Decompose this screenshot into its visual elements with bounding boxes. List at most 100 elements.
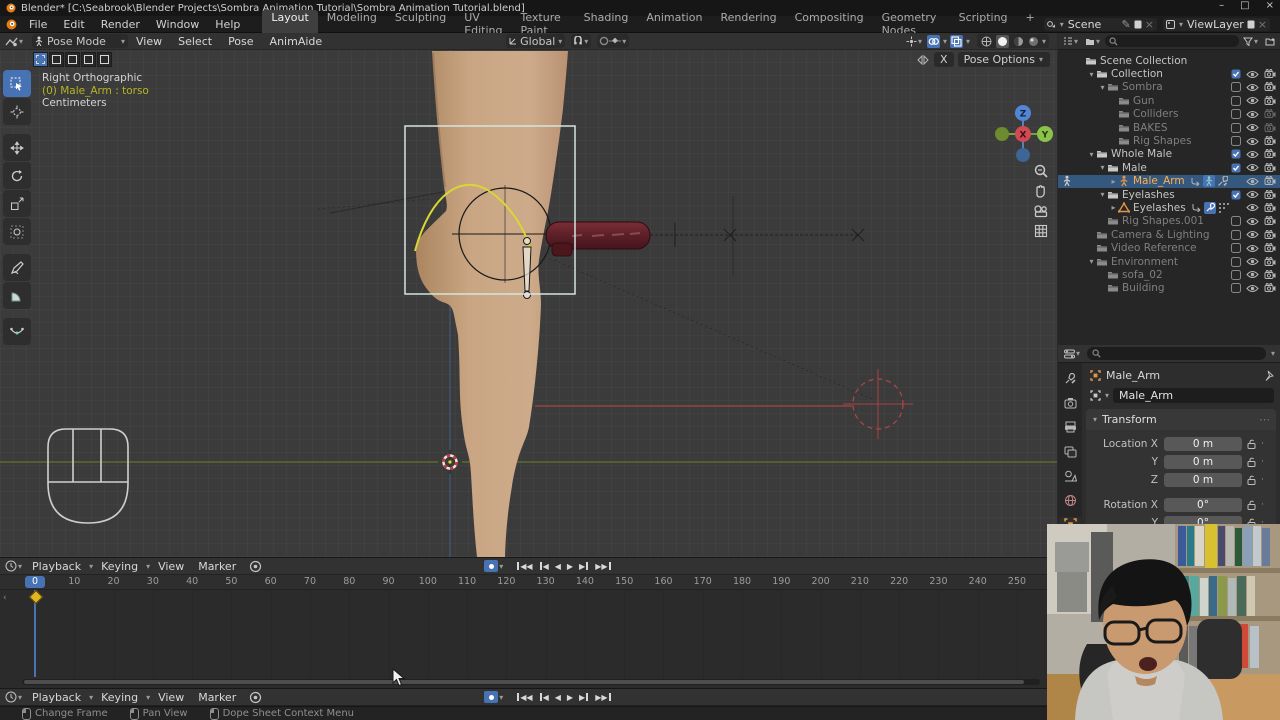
snapping-controls[interactable]: ▾ <box>571 34 591 48</box>
jump-end-button[interactable]: ▶▶ <box>593 693 613 702</box>
transform-value-field[interactable]: 0 m <box>1164 473 1242 487</box>
display-mode-icon[interactable]: ▾ <box>1063 36 1079 46</box>
solid-shading-icon[interactable] <box>996 35 1009 48</box>
exclude-checkbox[interactable] <box>1231 82 1241 92</box>
properties-tab-world[interactable] <box>1059 493 1081 508</box>
menu-edit[interactable]: Edit <box>55 18 92 31</box>
mirror-x-button[interactable]: X <box>934 52 954 67</box>
dopesheet-menu-keying[interactable]: Keying <box>94 691 145 704</box>
next-keyframe-button[interactable]: ▶ <box>577 562 591 571</box>
gizmo-y-neg-axis[interactable] <box>995 127 1009 141</box>
tool-cursor[interactable] <box>3 98 31 125</box>
rendered-shading-icon[interactable] <box>1028 36 1039 47</box>
timeline-menu-keying[interactable]: Keying <box>94 560 145 573</box>
render-camera-icon[interactable] <box>1264 216 1276 226</box>
exclude-checkbox[interactable] <box>1231 96 1241 106</box>
timeline-menu-view[interactable]: View <box>151 560 191 573</box>
disclosure-arrow-icon[interactable]: ▾ <box>1087 70 1096 79</box>
outliner-row[interactable]: BAKES <box>1058 121 1280 134</box>
play-reverse-button[interactable]: ◀ <box>553 562 563 571</box>
dopesheet-editor-type-icon[interactable]: ▾ <box>5 691 23 703</box>
disclosure-arrow-icon[interactable]: ▾ <box>1087 257 1096 266</box>
render-camera-icon[interactable] <box>1264 176 1276 186</box>
outliner-item-label[interactable]: sofa_02 <box>1122 269 1163 281</box>
menu-render[interactable]: Render <box>93 18 148 31</box>
play-reverse-button[interactable]: ◀ <box>553 693 563 702</box>
outliner-item-label[interactable]: Building <box>1122 282 1165 294</box>
disclosure-arrow-icon[interactable]: ▾ <box>1087 150 1096 159</box>
hide-eye-icon[interactable] <box>1246 190 1259 199</box>
zoom-view-icon[interactable] <box>1033 163 1049 179</box>
select-mode-intersect[interactable] <box>97 52 112 67</box>
disclosure-arrow-icon[interactable]: ▾ <box>1098 163 1107 172</box>
play-button[interactable]: ▶ <box>565 693 575 702</box>
gun-object[interactable] <box>546 222 864 256</box>
transform-value-field[interactable]: 0 m <box>1164 455 1242 469</box>
menu-window[interactable]: Window <box>148 18 207 31</box>
render-camera-icon[interactable] <box>1264 163 1276 173</box>
tool-rotate[interactable] <box>3 162 31 189</box>
hide-eye-icon[interactable] <box>1246 244 1259 253</box>
properties-tab-viewlayer[interactable] <box>1059 444 1081 459</box>
hide-eye-icon[interactable] <box>1246 150 1259 159</box>
select-mode-new[interactable] <box>33 52 48 67</box>
select-mode-subtract[interactable] <box>65 52 80 67</box>
pan-view-hand-icon[interactable] <box>1033 183 1049 199</box>
childof-icon[interactable] <box>1191 177 1201 186</box>
dopesheet-menu-playback[interactable]: Playback <box>25 691 88 704</box>
timeline-editor-type-icon[interactable]: ▾ <box>5 560 23 572</box>
outliner-item-label[interactable]: Eyelashes <box>1122 189 1175 201</box>
outliner-row[interactable]: ▾Eyelashes <box>1058 188 1280 201</box>
viewport-menu-animaide[interactable]: AnimAide <box>262 35 331 48</box>
exclude-checkbox[interactable] <box>1231 190 1241 200</box>
hide-eye-icon[interactable] <box>1246 230 1259 239</box>
wrench-blue-icon[interactable] <box>1204 202 1216 214</box>
remove-viewlayer-icon[interactable]: × <box>1258 18 1267 31</box>
tool-measure[interactable] <box>3 282 31 309</box>
select-mode-invert[interactable] <box>81 52 96 67</box>
outliner-item-label[interactable]: Environment <box>1111 256 1178 268</box>
maximize-button[interactable]: □ <box>1240 0 1249 11</box>
outliner-row[interactable]: ▸Male_Arm <box>1058 175 1280 188</box>
outliner-item-label[interactable]: BAKES <box>1133 122 1168 134</box>
outliner-item-label[interactable]: Rig Shapes.001 <box>1122 215 1204 227</box>
disclosure-arrow-icon[interactable]: ▾ <box>1098 83 1107 92</box>
dopesheet-menu-view[interactable]: View <box>151 691 191 704</box>
menu-help[interactable]: Help <box>207 18 248 31</box>
exclude-checkbox[interactable] <box>1231 283 1241 293</box>
viewport-3d[interactable]: Z Y X <box>0 33 1057 557</box>
tool-annotate[interactable] <box>3 254 31 281</box>
prev-keyframe-button[interactable]: ◀ <box>537 562 551 571</box>
render-camera-icon[interactable] <box>1264 283 1276 293</box>
tool-transform[interactable] <box>3 218 31 245</box>
outliner-item-label[interactable]: Video Reference <box>1111 242 1197 254</box>
object-data-icon[interactable] <box>1090 390 1101 401</box>
new-scene-icon[interactable] <box>1134 20 1142 29</box>
outliner-row[interactable]: sofa_02 <box>1058 268 1280 281</box>
minimize-button[interactable]: – <box>1219 0 1224 11</box>
jump-start-button[interactable]: ◀◀ <box>514 693 534 702</box>
hide-eye-icon[interactable] <box>1246 177 1259 186</box>
outliner-row[interactable]: Rig Shapes.001 <box>1058 215 1280 228</box>
outliner-item-label[interactable]: Eyelashes <box>1133 202 1186 214</box>
outliner-item-label[interactable]: Sombra <box>1122 81 1163 93</box>
hide-eye-icon[interactable] <box>1246 96 1259 105</box>
hide-eye-icon[interactable] <box>1246 83 1259 92</box>
exclude-checkbox[interactable] <box>1231 243 1241 253</box>
tools-icon[interactable] <box>1217 176 1228 187</box>
hide-eye-icon[interactable] <box>1246 217 1259 226</box>
menu-file[interactable]: File <box>21 18 55 31</box>
viewport-menu-pose[interactable]: Pose <box>220 35 261 48</box>
animate-dot-icon[interactable]: · <box>1261 475 1264 485</box>
keyframe-diamond-icon[interactable] <box>29 590 43 604</box>
transform-panel-header[interactable]: ▾ Transform ⋯ <box>1086 409 1276 430</box>
root-bone-gizmo[interactable] <box>535 369 913 439</box>
properties-tab-output[interactable] <box>1059 420 1081 435</box>
collapse-chevron-icon[interactable]: ▾ <box>1093 415 1097 424</box>
chevron-down-icon[interactable]: ▾ <box>499 693 503 702</box>
mode-dropdown[interactable]: Pose Mode▾ <box>32 34 128 48</box>
timeline-scrollbar[interactable] <box>22 679 1040 685</box>
properties-options-chevron[interactable]: ▾ <box>1271 349 1275 358</box>
mirror-x-icon[interactable] <box>916 55 930 65</box>
pin-icon[interactable]: ✎ <box>1122 18 1131 31</box>
